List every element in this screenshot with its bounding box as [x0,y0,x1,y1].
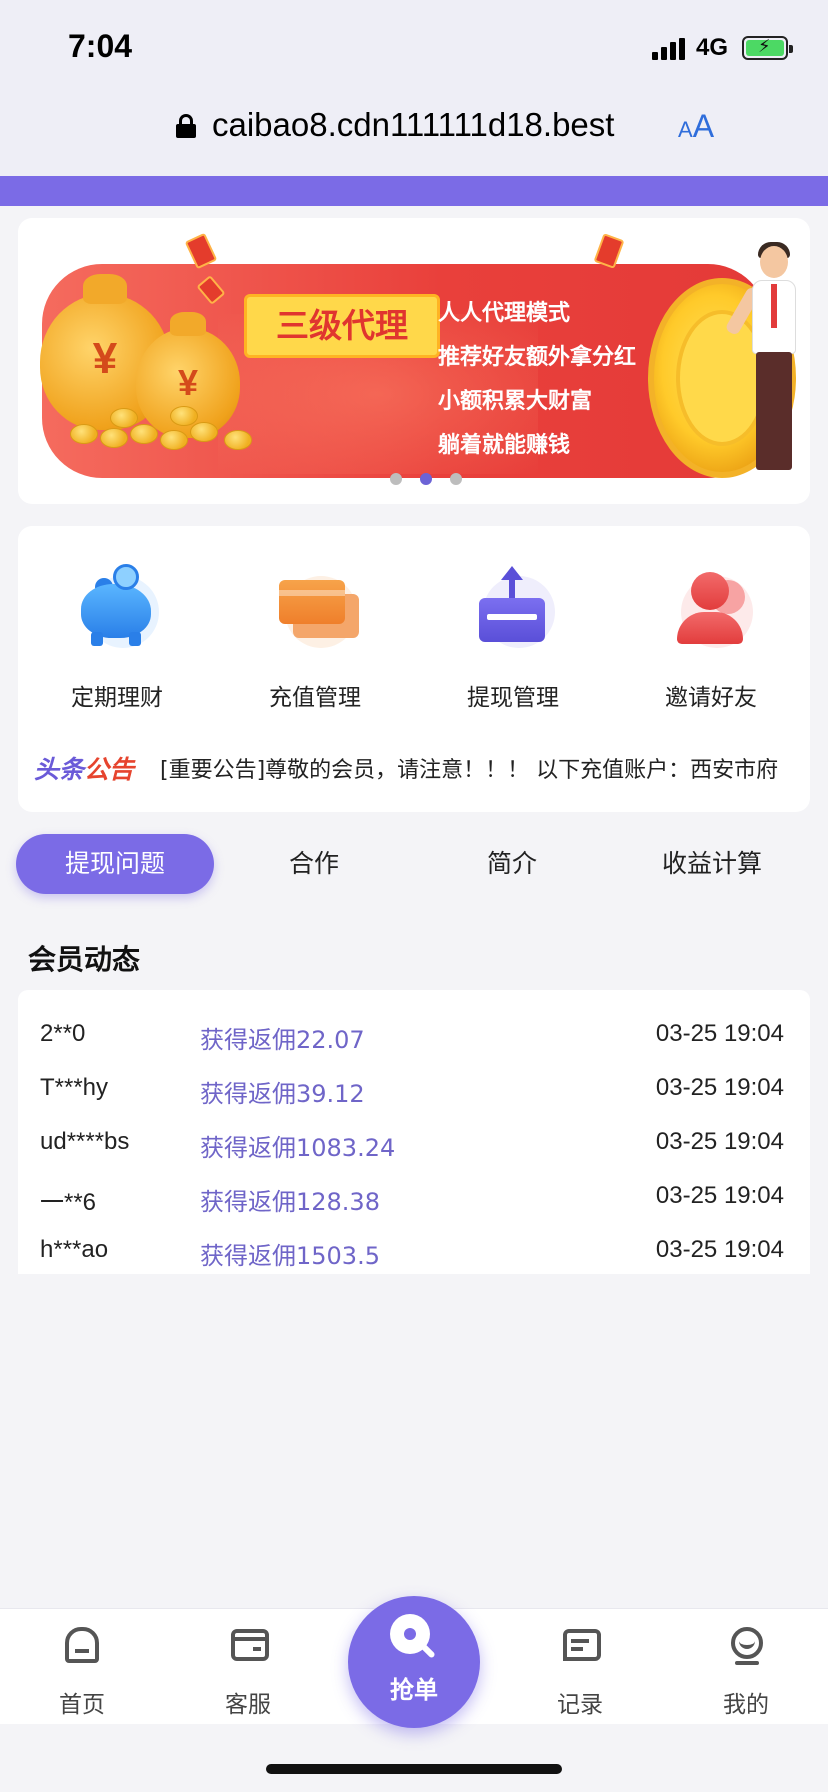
carousel-dot[interactable] [390,473,402,485]
member-reward: 获得返佣22.07 [200,1026,365,1054]
member-reward: 获得返佣39.12 [200,1080,365,1108]
nav-label: 记录 [557,1692,603,1718]
coin-icon [190,422,218,442]
coin-icon [170,406,198,426]
menu-item-recharge[interactable]: 充值管理 [216,544,414,724]
invite-friends-icon [671,566,753,648]
home-indicator[interactable] [266,1764,562,1774]
notice-label: 头条公告 [34,755,135,784]
notice-text[interactable]: [重要公告]尊敬的会员，请注意！！！ 以下充值账户：西安市府 [160,752,778,784]
search-icon [390,1614,438,1662]
carousel-dot-active[interactable] [420,473,432,485]
member-time: 03-25 19:04 [655,1182,784,1209]
menu-item-invite[interactable]: 邀请好友 [612,544,810,724]
member-reward: 获得返佣128.38 [200,1188,380,1216]
notice-marquee[interactable]: 头条公告 [重要公告]尊敬的会员，请注意！！！ 以下充值账户：西安市府 [34,742,804,792]
coin-icon [160,430,188,450]
list-item: 2**0 获得返佣22.07 03-25 19:04 [18,1010,810,1064]
nav-customer-service[interactable]: 客服 [188,1609,308,1725]
coin-icon [224,430,252,450]
member-activity-list: 2**0 获得返佣22.07 03-25 19:04 T***hy 获得返佣39… [18,990,810,1274]
member-username: T***hy [40,1074,109,1101]
menu-label: 定期理财 [71,685,163,711]
home-icon [65,1627,99,1663]
card-icon [231,1627,269,1663]
member-time: 03-25 19:04 [655,1128,784,1155]
member-time: 03-25 19:04 [655,1074,784,1101]
credit-card-icon [275,566,359,648]
tab-withdraw-faq[interactable]: 提现问题 [16,834,214,894]
menu-label: 邀请好友 [665,685,757,711]
coin-icon [100,428,128,448]
member-username: 2**0 [40,1020,86,1047]
member-reward: 获得返佣1503.5 [200,1242,380,1270]
nav-label: 我的 [723,1692,769,1718]
piggy-bank-icon [77,564,159,648]
menu-label: 提现管理 [467,685,559,711]
member-activity-title: 会员动态 [28,943,141,976]
grab-order-button[interactable]: 抢单 [348,1596,480,1728]
withdraw-icon [473,566,555,648]
header-strip [0,176,828,206]
coin-icon [130,424,158,444]
status-time: 7:04 [68,28,133,64]
banner-carousel[interactable]: ¥ ¥ 三级代理 人人代理模式 推荐好友额外拿分红 小额积累大财富 躺着就能赚钱 [18,218,810,504]
member-username: ud****bs [40,1128,130,1155]
battery-charging-icon: ⚡ [742,36,793,60]
status-bar: 7:04 4G ⚡ [0,0,828,80]
member-time: 03-25 19:04 [655,1020,784,1047]
banner-text: 人人代理模式 推荐好友额外拿分红 小额积累大财富 躺着就能赚钱 [438,301,637,458]
member-username: h***ao [40,1236,109,1263]
menu-label: 充值管理 [269,685,361,711]
nav-label: 首页 [59,1692,105,1718]
tab-intro[interactable]: 简介 [414,834,610,894]
url-text[interactable]: caibao8.cdn111111d18.best [212,106,614,144]
profile-icon [729,1627,763,1665]
list-item: T***hy 获得返佣39.12 03-25 19:04 [18,1064,810,1118]
member-reward: 获得返佣1083.24 [200,1134,396,1162]
quick-menu: 定期理财 充值管理 提现管理 邀请好友 头条公告 [重要公告]尊敬的会员，请注意 [18,526,810,812]
carousel-dot[interactable] [450,473,462,485]
banner-badge: 三级代理 [244,294,440,358]
carousel-indicator[interactable] [390,470,480,489]
list-item: h***ao 获得返佣1503.5 03-25 19:04 [18,1226,810,1280]
tab-cooperation[interactable]: 合作 [216,834,412,894]
lock-icon [176,114,196,138]
signal-strength-icon [652,36,692,60]
network-type: 4G [696,34,729,61]
nav-home[interactable]: 首页 [22,1609,142,1725]
list-item: 一**6 获得返佣128.38 03-25 19:04 [18,1172,810,1226]
text-size-button[interactable]: AA [678,108,714,145]
grab-order-label: 抢单 [390,1676,438,1704]
list-item: ud****bs 获得返佣1083.24 03-25 19:04 [18,1118,810,1172]
info-tabs: 提现问题 合作 简介 收益计算 [16,834,812,894]
message-icon [563,1627,601,1663]
tab-earnings-calculator[interactable]: 收益计算 [612,834,812,894]
menu-item-fixed-finance[interactable]: 定期理财 [18,544,216,724]
nav-mine[interactable]: 我的 [686,1609,806,1725]
menu-item-withdraw[interactable]: 提现管理 [414,544,612,724]
coin-icon [70,424,98,444]
nav-records[interactable]: 记录 [520,1609,640,1725]
member-time: 03-25 19:04 [655,1236,784,1263]
businessman-illustration [724,242,804,476]
nav-label: 客服 [225,1692,271,1718]
member-username: 一**6 [40,1189,97,1216]
coin-icon [110,408,138,428]
